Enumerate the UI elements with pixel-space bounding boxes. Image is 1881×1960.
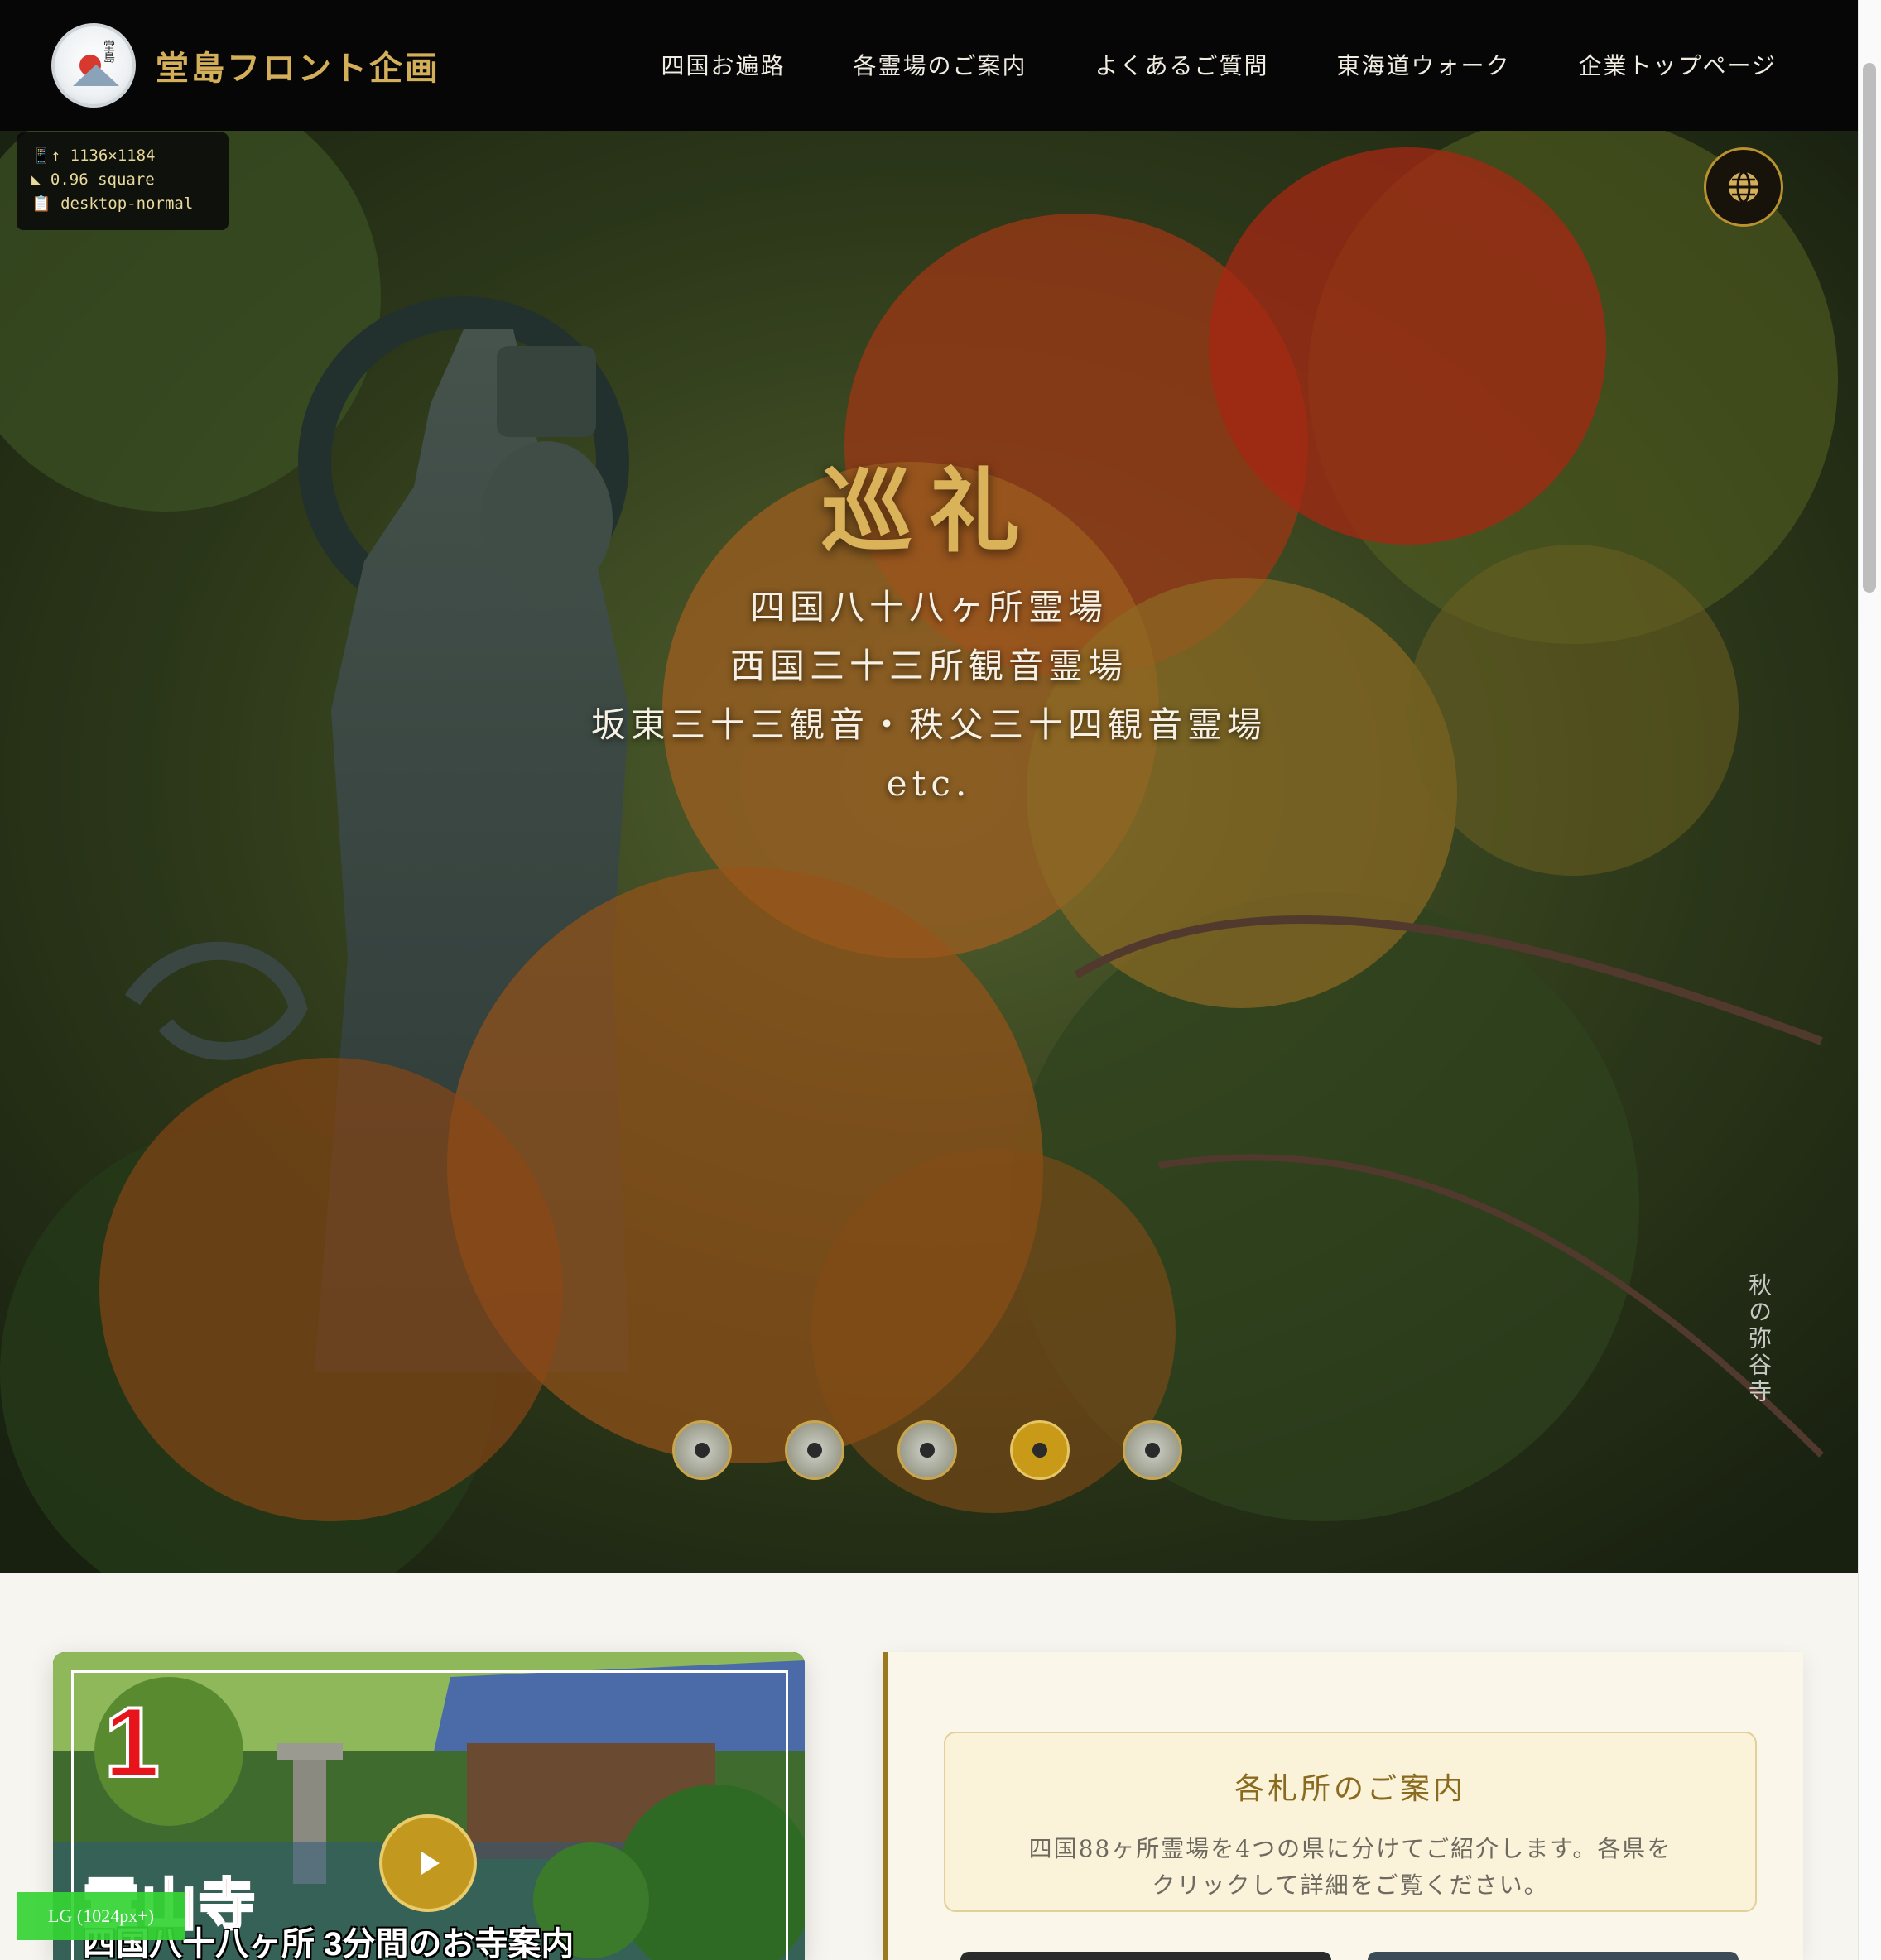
hero-line: 坂東三十三観音・秩父三十四観音霊場 xyxy=(590,704,1267,745)
brand-name: 堂島フロント企画 xyxy=(156,49,440,88)
globe-icon xyxy=(1729,171,1758,204)
slider-dot-4-active[interactable] xyxy=(1010,1420,1070,1480)
debug-ratio: ◣ 0.96 square xyxy=(31,171,155,189)
nav-item-reijo-guide[interactable]: 各霊場のご案内 xyxy=(854,48,1027,81)
hero-line: 西国三十三所観音霊場 xyxy=(729,646,1128,686)
prefecture-card-1[interactable] xyxy=(960,1952,1331,1960)
hero-line: 四国八十八ヶ所霊場 xyxy=(749,587,1108,627)
fudasho-intro-box: 各札所のご案内 四国88ヶ所霊場を4つの県に分けてご紹介します。各県を クリック… xyxy=(944,1732,1757,1912)
play-icon xyxy=(421,1852,440,1875)
hero-line: etc. xyxy=(886,763,972,804)
site-header: 堂島 堂島フロント企画 四国お遍路 各霊場のご案内 よくあるご質問 東海道ウォー… xyxy=(0,0,1858,131)
main-nav: 四国お遍路 各霊場のご案内 よくあるご質問 東海道ウォーク 企業トップページ xyxy=(661,48,1777,81)
fudasho-title: 各札所のご案内 xyxy=(1234,1772,1466,1806)
prefecture-card-2[interactable] xyxy=(1368,1952,1739,1960)
breakpoint-badge: LG (1024px+) xyxy=(17,1892,185,1940)
nav-item-corporate-top[interactable]: 企業トップページ xyxy=(1579,48,1777,81)
nav-item-tokaido-walk[interactable]: 東海道ウォーク xyxy=(1337,48,1511,81)
fudasho-guide-panel: 各札所のご案内 四国88ヶ所霊場を4つの県に分けてご紹介します。各県を クリック… xyxy=(883,1652,1803,1960)
play-button[interactable] xyxy=(379,1814,477,1912)
debug-mode: 📋 desktop-normal xyxy=(31,195,194,213)
slider-pagination xyxy=(672,1420,1182,1480)
nav-item-faq[interactable]: よくあるご質問 xyxy=(1095,48,1269,81)
debug-size: 📱↑ 1136×1184 xyxy=(31,147,156,165)
fudasho-description: 四国88ヶ所霊場を4つの県に分けてご紹介します。各県を クリックして詳細をご覧く… xyxy=(1028,1835,1672,1899)
hero-slider: 巡礼 四国八十八ヶ所霊場 西国三十三所観音霊場 坂東三十三観音・秩父三十四観音霊… xyxy=(0,131,1858,1573)
slider-dot-3[interactable] xyxy=(897,1420,957,1480)
logo-link[interactable]: 堂島 堂島フロント企画 xyxy=(51,23,440,108)
scrollbar-thumb[interactable] xyxy=(1863,63,1876,593)
page-scrollbar[interactable] xyxy=(1858,0,1881,1960)
slider-dot-5[interactable] xyxy=(1123,1420,1182,1480)
temple-number: 1 xyxy=(103,1685,161,1799)
viewport-debug-panel: 📱↑ 1136×1184 ◣ 0.96 square 📋 desktop-nor… xyxy=(17,132,229,230)
hero-subtitle-list: 四国八十八ヶ所霊場 西国三十三所観音霊場 坂東三十三観音・秩父三十四観音霊場 e… xyxy=(0,578,1858,813)
language-button[interactable] xyxy=(1704,147,1783,227)
slider-dot-1[interactable] xyxy=(672,1420,732,1480)
logo-icon: 堂島 xyxy=(51,23,136,108)
hero-background-image xyxy=(0,131,1858,1573)
slider-dot-2[interactable] xyxy=(785,1420,844,1480)
hero-title: 巡礼 xyxy=(821,458,1037,564)
slide-caption: 秋の弥谷寺 xyxy=(1745,1273,1773,1405)
nav-item-shikoku-ohenro[interactable]: 四国お遍路 xyxy=(661,48,785,81)
